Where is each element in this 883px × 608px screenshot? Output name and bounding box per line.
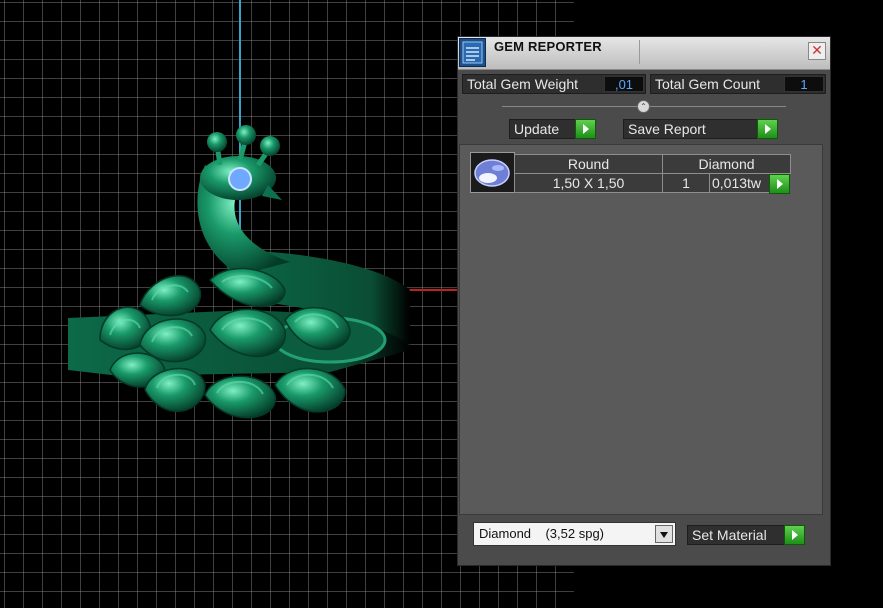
close-icon[interactable]: ✕ [808, 42, 826, 60]
material-select-value: Diamond (3,52 spg) [479, 526, 605, 541]
play-icon[interactable] [575, 119, 596, 139]
gem-count-cell: 1 [662, 173, 710, 193]
panel-titlebar[interactable]: GEM REPORTER ✕ [458, 37, 830, 70]
gem-reporter-app-icon [459, 38, 486, 67]
total-gem-count-value: 1 [784, 76, 824, 92]
gem-material-cell: Diamond [662, 154, 791, 174]
gem-size-cell: 1,50 X 1,50 [514, 173, 663, 193]
gem-reporter-panel: GEM REPORTER ✕ Total Gem Weight ,01 Tota… [457, 36, 831, 566]
play-icon[interactable] [769, 174, 790, 194]
set-material-button-label: Set Material [692, 527, 767, 543]
update-button[interactable]: Update [509, 119, 596, 139]
gem-weight-cell: 0,013tw [709, 173, 771, 193]
title-divider [639, 40, 640, 64]
total-gem-weight-label: Total Gem Weight [467, 76, 579, 92]
set-material-button[interactable]: Set Material [687, 525, 805, 545]
save-report-button[interactable]: Save Report [623, 119, 778, 139]
update-button-label: Update [514, 121, 560, 137]
play-icon[interactable] [757, 119, 778, 139]
panel-slider-handle[interactable]: ⌃ [637, 100, 650, 113]
total-gem-count-label: Total Gem Count [655, 76, 761, 92]
total-gem-count-field: Total Gem Count 1 [650, 74, 826, 94]
gem-list[interactable]: Round Diamond 1,50 X 1,50 1 0,013tw [459, 144, 823, 515]
total-gem-weight-value: ,01 [604, 76, 644, 92]
material-select[interactable]: Diamond (3,52 spg) [473, 522, 676, 546]
panel-title: GEM REPORTER [494, 39, 602, 54]
total-gem-weight-field: Total Gem Weight ,01 [462, 74, 646, 94]
dropdown-arrow-icon[interactable] [655, 525, 673, 543]
gem-thumbnail-icon[interactable] [470, 152, 515, 193]
gem-shape-cell: Round [514, 154, 663, 174]
play-icon[interactable] [784, 525, 805, 545]
save-report-button-label: Save Report [628, 121, 706, 137]
